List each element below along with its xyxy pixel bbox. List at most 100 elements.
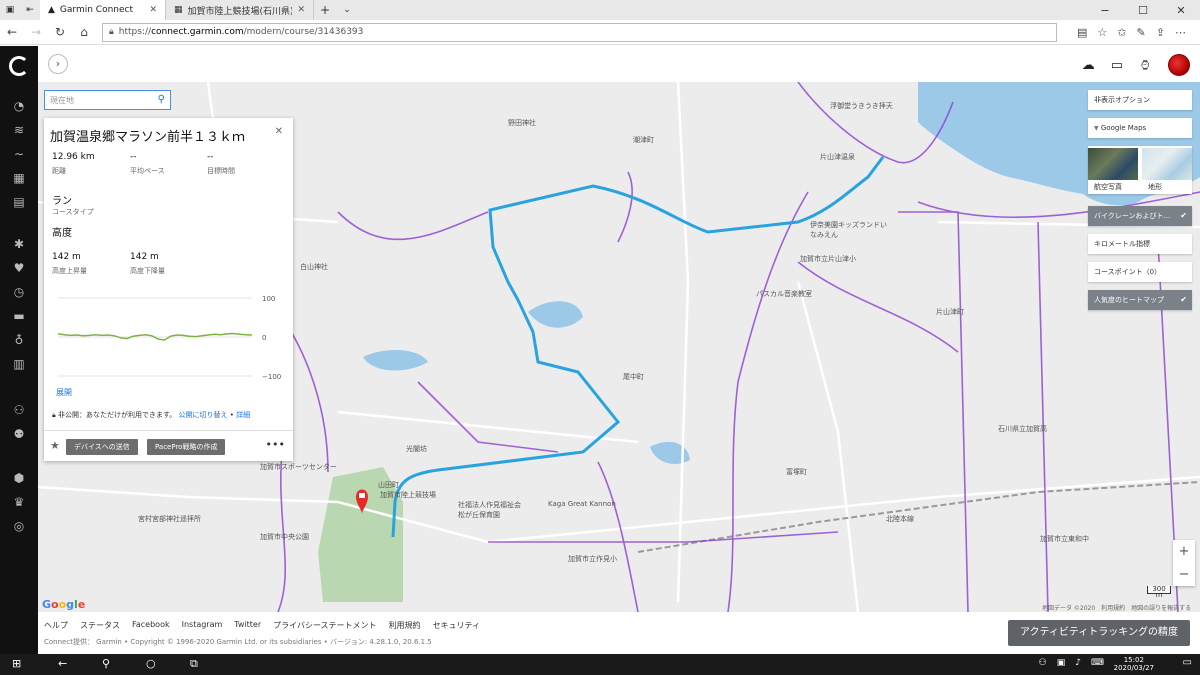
back-icon[interactable]: ← [0, 25, 24, 39]
close-window-icon[interactable]: ✕ [1162, 0, 1200, 20]
footer-link[interactable]: Facebook [132, 620, 170, 631]
map-label: 光闇坊 [406, 445, 427, 453]
make-public-link[interactable]: 公開に切り替え [179, 411, 228, 419]
cortana-circle-icon[interactable]: ○ [146, 657, 156, 670]
activities-icon[interactable]: ✱ [11, 236, 27, 252]
km-markers-toggle[interactable]: キロメートル指標 [1088, 234, 1192, 254]
more-options-icon[interactable]: ••• [266, 438, 285, 451]
new-tab-icon[interactable]: + [314, 0, 336, 20]
target-time-value: -- [207, 152, 214, 162]
insights-icon[interactable]: ∼ [11, 146, 27, 162]
network-icon[interactable]: ▣ [1057, 658, 1066, 668]
challenges-icon[interactable]: ♛ [11, 494, 27, 510]
device-watch-icon[interactable]: ⌚︎ [1139, 56, 1152, 75]
details-link[interactable]: 詳細 [236, 411, 250, 419]
groups-icon[interactable]: ⚉ [11, 426, 27, 442]
inbox-icon[interactable]: ▭ [1111, 58, 1123, 73]
maximize-icon[interactable]: ☐ [1124, 0, 1162, 20]
share-icon[interactable]: ⇪ [1156, 26, 1165, 39]
footer-link[interactable]: Twitter [234, 620, 261, 631]
clock-date: 2020/03/27 [1113, 664, 1154, 672]
timer-icon[interactable]: ◷ [11, 284, 27, 300]
footer-link[interactable]: ステータス [80, 620, 120, 631]
map-scale: 300 m [1147, 586, 1171, 599]
footer-link[interactable]: Instagram [182, 620, 223, 631]
satellite-label: 航空写真 [1094, 183, 1122, 191]
satellite-thumbnail[interactable] [1088, 148, 1138, 180]
map-label: 山田町 [378, 481, 399, 489]
create-pacepro-button[interactable]: PacePro戦略の作成 [147, 439, 226, 455]
course-points-toggle[interactable]: コースポイント（0） [1088, 262, 1192, 282]
volume-icon[interactable]: ♪ [1075, 658, 1081, 668]
reading-view-icon[interactable]: ▤ [1077, 26, 1087, 39]
more-menu-icon[interactable]: ⋯ [1175, 26, 1186, 39]
map-attribution[interactable]: 地図データ ©2020 利用規約 地図の誤りを報告する [1042, 603, 1191, 612]
bike-lanes-toggle[interactable]: バイクレーンおよびト... ✔ [1088, 206, 1192, 226]
expand-link[interactable]: 展開 [56, 387, 72, 398]
layers-icon[interactable]: ≋ [11, 122, 27, 138]
close-panel-icon[interactable]: ✕ [275, 126, 283, 137]
url-field[interactable]: 🔒︎ https://connect.garmin.com/modern/cou… [102, 22, 1057, 42]
activity-tracking-accuracy-button[interactable]: アクティビティトラッキングの精度 [1008, 620, 1190, 646]
terrain-label: 地形 [1148, 183, 1162, 191]
windows-start-icon[interactable]: ⊞ [12, 657, 21, 670]
heatmap-toggle[interactable]: 人気度のヒートマップ ✔ [1088, 290, 1192, 310]
clock[interactable]: 15:02 2020/03/27 [1114, 656, 1154, 672]
tab-garmin-connect[interactable]: ▲ Garmin Connect ✕ [40, 0, 166, 20]
favorite-star-icon[interactable]: ★ [50, 439, 60, 452]
garmin-connect-logo-icon[interactable] [9, 56, 29, 76]
footer-link[interactable]: ヘルプ [44, 620, 68, 631]
refresh-icon[interactable]: ↻ [48, 25, 72, 39]
home-icon[interactable]: ⌂ [72, 25, 96, 39]
google-maps-dropdown[interactable]: ▼ Google Maps [1088, 118, 1192, 138]
notifications-icon[interactable]: ▭ [1183, 657, 1192, 668]
tab-kaga-stadium[interactable]: ▦ 加賀市陸上競技場(石川県)の ✕ [166, 0, 314, 20]
gear-shoe-icon[interactable]: ▬ [11, 308, 27, 324]
address-bar: ← → ↻ ⌂ 🔒︎ https://connect.garmin.com/mo… [0, 20, 1200, 45]
zoom-in-button[interactable]: + [1173, 540, 1195, 563]
bar-chart-icon[interactable]: ▥ [11, 356, 27, 372]
hide-options-button[interactable]: 非表示オプション [1088, 90, 1192, 110]
favorite-star-icon[interactable]: ☆ [1097, 26, 1107, 39]
tab-list-chevron-icon[interactable]: ⌄ [336, 0, 358, 20]
insights-bulb-icon[interactable]: ♁ [11, 332, 27, 348]
calendar-icon[interactable]: ▦ [11, 170, 27, 186]
location-search-input[interactable]: 現在地 ⚲ [44, 90, 171, 110]
goals-icon[interactable]: ◎ [11, 518, 27, 534]
footer-link[interactable]: セキュリティ [433, 620, 481, 631]
expand-sidebar-chevron-icon[interactable]: › [48, 54, 68, 74]
browser-tab-strip: ▣ ⇤ ▲ Garmin Connect ✕ ▦ 加賀市陸上競技場(石川県)の … [0, 0, 1200, 20]
elevation-chart[interactable]: 100 0 −100 [52, 292, 284, 382]
minimize-icon[interactable]: − [1086, 0, 1124, 20]
footer-link[interactable]: プライバシーステートメント [273, 620, 376, 631]
tab-actions-icon[interactable]: ▣ [0, 0, 20, 20]
avg-pace-value: -- [130, 152, 137, 162]
badges-icon[interactable]: ⬢ [11, 470, 27, 486]
pond-shape [363, 350, 428, 371]
task-view-icon[interactable]: ⧉ [190, 657, 198, 671]
close-tab-icon[interactable]: ✕ [297, 5, 305, 15]
upload-cloud-icon[interactable]: ☁ [1082, 58, 1095, 73]
back-arrow-icon[interactable]: ← [58, 657, 67, 670]
health-heart-icon[interactable]: ♥ [11, 260, 27, 276]
search-icon[interactable]: ⚲ [102, 657, 110, 670]
map-label: 加賀市陸上競技場 [380, 491, 436, 499]
send-to-device-button[interactable]: デバイスへの送信 [66, 439, 138, 455]
forward-icon[interactable]: → [24, 25, 48, 39]
search-icon[interactable]: ⚲ [158, 94, 165, 105]
keyboard-icon[interactable]: ⌨ [1091, 658, 1104, 668]
clock-time: 15:02 [1123, 656, 1144, 664]
terrain-thumbnail[interactable] [1142, 148, 1192, 180]
notes-icon[interactable]: ✎ [1137, 26, 1146, 39]
favorites-bar-icon[interactable]: ✩ [1117, 26, 1126, 39]
reports-icon[interactable]: ▤ [11, 194, 27, 210]
footer-link[interactable]: 利用規約 [389, 620, 421, 631]
dashboard-icon[interactable]: ◔ [11, 98, 27, 114]
map-label: パスカル音楽教室 [756, 290, 812, 298]
connections-icon[interactable]: ⚇ [11, 402, 27, 418]
set-aside-tabs-icon[interactable]: ⇤ [20, 0, 40, 20]
avatar[interactable] [1168, 54, 1190, 76]
close-tab-icon[interactable]: ✕ [149, 5, 157, 15]
people-icon[interactable]: ⚇ [1039, 658, 1047, 668]
zoom-out-button[interactable]: − [1173, 563, 1195, 586]
